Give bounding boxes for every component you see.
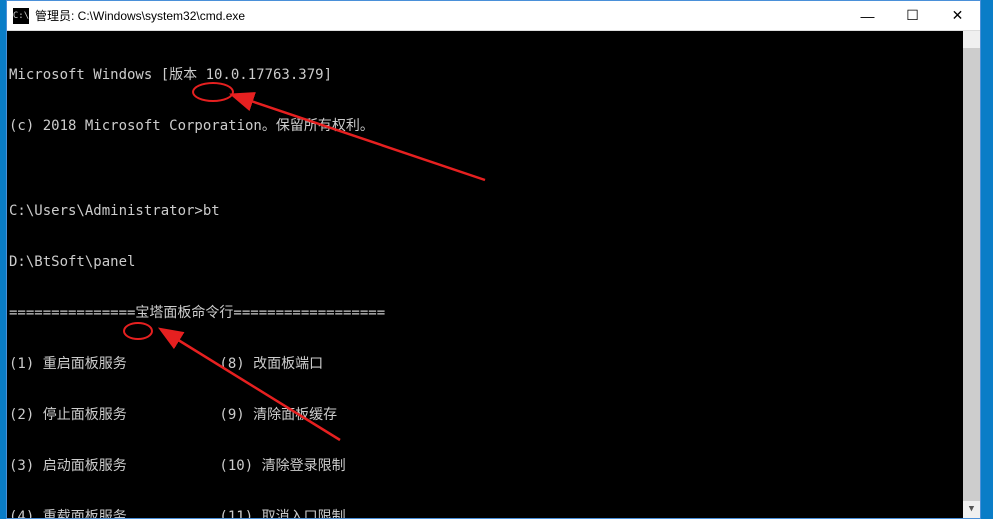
scroll-thumb[interactable] [963,48,980,508]
console-line: (4) 重载面板服务 (11) 取消入口限制 [9,509,980,518]
cmd-icon: C:\ [13,8,29,24]
titlebar[interactable]: C:\ 管理员: C:\Windows\system32\cmd.exe — ☐… [7,1,980,31]
console-line: C:\Users\Administrator>bt [9,203,980,220]
console-line: D:\BtSoft\panel [9,254,980,271]
maximize-button[interactable]: ☐ [890,1,935,30]
window-title: 管理员: C:\Windows\system32\cmd.exe [35,7,845,24]
console-output[interactable]: Microsoft Windows [版本 10.0.17763.379] (c… [7,31,980,518]
window-controls: — ☐ ✕ [845,1,980,30]
scrollbar[interactable]: ▲ ▼ [963,31,980,518]
console-line: (2) 停止面板服务 (9) 清除面板缓存 [9,407,980,424]
console-line: (1) 重启面板服务 (8) 改面板端口 [9,356,980,373]
minimize-button[interactable]: — [845,1,890,30]
console-line: (c) 2018 Microsoft Corporation。保留所有权利。 [9,118,980,135]
scroll-down-button[interactable]: ▼ [963,501,980,518]
console-line: Microsoft Windows [版本 10.0.17763.379] [9,67,980,84]
console-line: ===============宝塔面板命令行================== [9,305,980,322]
cmd-window: C:\ 管理员: C:\Windows\system32\cmd.exe — ☐… [6,0,981,519]
console-line: (3) 启动面板服务 (10) 清除登录限制 [9,458,980,475]
close-button[interactable]: ✕ [935,1,980,30]
